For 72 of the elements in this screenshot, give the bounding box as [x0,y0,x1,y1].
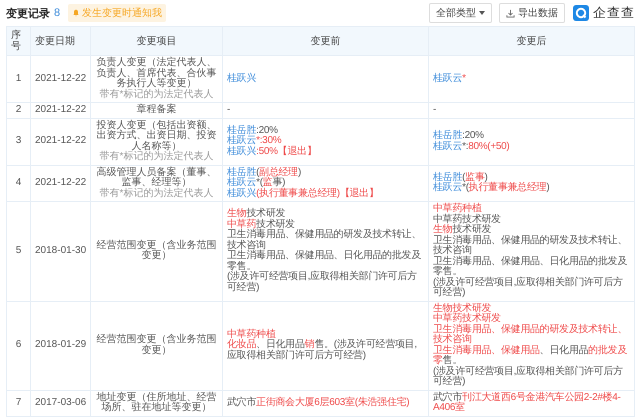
table-cell: 2021-12-22 [30,102,90,118]
change-line: (涉及许可经营项目,应取得相关部门许可后方可经营) [433,278,624,298]
change-item-text: 投资人变更（包括出资额、出资方式、出资日期、投资人名称等） [96,120,218,152]
change-line: 生物技术研发 [227,209,286,220]
table-cell: 2018-01-29 [30,301,90,390]
change-line: 中草药种植 [433,204,482,214]
table-cell: 5 [6,202,30,301]
table-cell: 6 [6,301,30,390]
section-title: 变更记录 [6,6,50,20]
change-line: 化妆品、日化用品销售。(涉及许可经营项目,应取得相关部门许可后方可经营) [227,340,418,362]
change-line: (涉及许可经营项目,应取得相关部门许可后方可经营) [227,272,418,294]
change-line: 中草药技术研发 [433,214,502,224]
change-line: 桂岳胜:20% [433,131,485,141]
change-line: 桂岳胜(监事) [433,172,488,183]
change-line: 中草药技术研发 [227,220,295,230]
change-line: - [227,105,232,116]
change-line: 卫生消毒用品、保健用品的研发及技术转让、技术咨询 [433,324,628,345]
change-line: 卫生消毒用品、保健用品、日化用品的批发及零售。 [433,346,628,366]
change-line: 桂岳胜:20% [227,126,279,136]
change-line: 桂跃云*:80%(+50) [433,142,510,152]
change-line: 生物技术研发 [433,225,492,235]
table-cell: 2017-03-06 [30,390,90,416]
table-cell: 1 [6,56,30,102]
record-count: 8 [54,7,60,19]
change-item-text: 经营范围变更（含业务范围变更） [96,240,218,262]
column-header: 变更后 [428,26,634,56]
table-cell: 2021-12-22 [30,118,90,165]
logo-text: 企查查 [593,4,635,22]
change-item-text: 章程备案 [136,105,178,116]
change-line: 桂跃兴 [227,74,258,84]
export-button[interactable]: 导出数据 [499,3,565,23]
table-cell: 3 [6,118,30,165]
change-line: 桂跃云*:30% [227,136,282,146]
logo-icon [573,5,589,21]
note-text: 带有*标记的为法定代表人 [98,152,214,162]
note-text: 带有*标记的为法定代表人 [98,90,214,100]
column-header: 变更日期 [30,26,90,56]
column-header: 变更前 [222,26,428,56]
column-header: 序号 [6,26,30,56]
change-line: 武穴市刊江大道西6号金港汽车公园2-2#楼4-A406室 [433,392,622,414]
change-line: (涉及许可经营项目,应取得相关部门许可后方可经营) [433,366,624,388]
change-line: 桂岳胜(副总经理) [227,168,302,178]
caret-icon [479,11,485,15]
column-header: 变更项目 [90,26,222,56]
note-text: 带有*标记的为法定代表人 [98,188,214,199]
change-line: - [433,105,438,116]
change-line: 桂跃云*(执行董事兼总经理) [433,183,550,194]
table-cell: 2 [6,102,30,118]
change-item-text: 经营范围变更（含业务范围变更） [96,335,218,356]
change-line: 生物技术研发 [433,304,492,314]
table-cell: 2021-12-22 [30,56,90,102]
change-item-text: 地址变更（住所地址、经营场所、驻在地址等变更） [96,392,218,414]
change-line: 卫生消毒用品、保健用品、日化用品的批发及零售。 [227,251,422,272]
change-line: 桂跃云* [433,74,467,84]
change-line: 武穴市正街商会大厦6层603室(朱浩强住宅) [227,398,410,408]
download-icon [506,8,515,18]
table-cell: 2018-01-30 [30,202,90,301]
type-filter-dropdown[interactable]: 全部类型 [429,3,492,23]
change-line: 卫生消毒用品、保健用品的研发及技术转让、技术咨询 [433,236,628,256]
change-line: 中草药种植 [227,330,276,340]
table-cell: 2021-12-22 [30,165,90,202]
table-cell: 4 [6,165,30,202]
change-item-text: 高级管理人员备案（董事、监事、经理等） [96,168,218,188]
change-line: 卫生消毒用品、保健用品、日化用品的批发及零售。 [433,256,628,277]
change-line: 中草药技术研发 [433,314,502,324]
table-cell: 7 [6,390,30,416]
change-item-text: 负责人变更（法定代表人、负责人、首席代表、合伙事务执行人等变更） [96,58,218,89]
bell-icon [72,9,80,17]
change-line: 桂跃兴:50%【退出】 [227,146,318,158]
change-line: 卫生消毒用品、保健用品的研发及技术转让、技术咨询 [227,230,422,251]
change-line: 桂跃兴(执行董事兼总经理)【退出】 [227,188,380,199]
change-line: 桂跃云*(监事) [227,178,286,188]
